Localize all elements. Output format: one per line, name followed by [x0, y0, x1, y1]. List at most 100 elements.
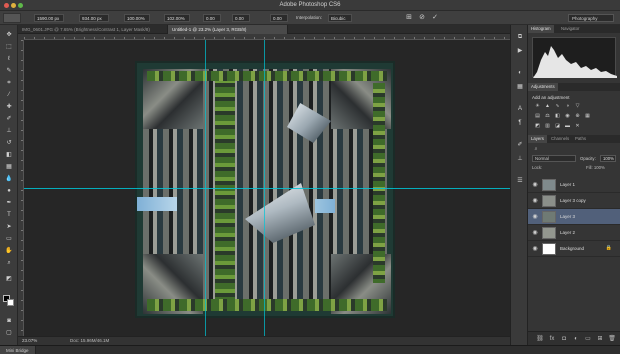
lasso-tool-icon[interactable]: ℓ: [4, 55, 14, 63]
layer-name[interactable]: Layer 3 copy: [560, 198, 586, 203]
new-layer-icon[interactable]: ⊞: [596, 335, 604, 343]
default-colors-icon[interactable]: ◩: [4, 275, 14, 283]
tab-adjustments[interactable]: Adjustments: [528, 83, 558, 91]
delete-layer-icon[interactable]: 🗑: [608, 335, 616, 343]
invert-icon[interactable]: ◩: [534, 123, 541, 129]
y-position-field[interactable]: 934.00 px: [79, 14, 109, 22]
height-percent-field[interactable]: 102.00%: [164, 14, 190, 22]
clone-source-panel-icon[interactable]: ⊥: [515, 155, 525, 163]
brush-tool-icon[interactable]: ✐: [4, 115, 14, 123]
screen-mode-icon[interactable]: ▢: [4, 329, 14, 337]
layer-name[interactable]: Layer 2: [560, 230, 575, 235]
opacity-field[interactable]: 100%: [600, 155, 616, 162]
tool-preset-picker[interactable]: [3, 13, 21, 23]
tab-histogram[interactable]: Histogram: [528, 25, 554, 33]
background-color-swatch[interactable]: [7, 299, 14, 306]
interpolation-select[interactable]: Bicubic: [328, 14, 352, 22]
vertical-guide-left[interactable]: [205, 40, 206, 336]
layer-filter-icon[interactable]: ⌕: [532, 145, 540, 153]
layer-name[interactable]: Background: [560, 246, 584, 251]
visibility-eye-icon[interactable]: ◉: [531, 229, 539, 237]
v-skew-field[interactable]: 0.00: [270, 14, 288, 22]
layer-row[interactable]: ◉ Background 🔒: [528, 241, 620, 257]
visibility-eye-icon[interactable]: ◉: [531, 245, 539, 253]
tab-channels[interactable]: Channels: [548, 135, 572, 143]
tab-img-0601[interactable]: IMG_0601.JPG @ 7.65% (Brightness/Contras…: [18, 25, 168, 34]
layer-name[interactable]: Layer 1: [560, 182, 575, 187]
paragraph-panel-icon[interactable]: ¶: [515, 119, 525, 127]
visibility-eye-icon[interactable]: ◉: [531, 197, 539, 205]
color-lookup-icon[interactable]: ▦: [584, 113, 591, 119]
add-mask-icon[interactable]: ◘: [560, 335, 568, 343]
quick-select-tool-icon[interactable]: ✎: [4, 67, 14, 75]
document-artwork[interactable]: [135, 61, 395, 318]
color-panel-icon[interactable]: ◐: [515, 69, 525, 77]
brush-panel-icon[interactable]: ✐: [515, 141, 525, 149]
properties-panel-icon[interactable]: ☰: [515, 177, 525, 185]
shape-tool-icon[interactable]: ▭: [4, 235, 14, 243]
crop-tool-icon[interactable]: ⌗: [4, 79, 14, 87]
horizontal-guide[interactable]: [24, 188, 510, 189]
dodge-tool-icon[interactable]: ●: [4, 187, 14, 195]
history-brush-tool-icon[interactable]: ↺: [4, 139, 14, 147]
gradient-tool-icon[interactable]: ▦: [4, 163, 14, 171]
layer-row-selected[interactable]: ◉ Layer 3: [528, 209, 620, 225]
rotation-field[interactable]: 0.00: [203, 14, 221, 22]
quick-mask-icon[interactable]: ◙: [4, 317, 14, 325]
eraser-tool-icon[interactable]: ◧: [4, 151, 14, 159]
visibility-eye-icon[interactable]: ◉: [531, 181, 539, 189]
gradient-map-icon[interactable]: ▬: [564, 123, 571, 129]
history-panel-icon[interactable]: ⧉: [515, 33, 525, 41]
fill-field[interactable]: Fill: 100%: [586, 165, 605, 170]
color-balance-icon[interactable]: ⚖: [544, 113, 551, 119]
width-percent-field[interactable]: 100.00%: [124, 14, 150, 22]
layer-style-icon[interactable]: fx: [548, 335, 556, 343]
tab-layers[interactable]: Layers: [528, 135, 547, 143]
character-panel-icon[interactable]: A: [515, 105, 525, 113]
healing-tool-icon[interactable]: ✚: [4, 103, 14, 111]
zoom-level[interactable]: 23.07%: [22, 338, 37, 343]
layer-row[interactable]: ◉ Layer 3 copy: [528, 193, 620, 209]
marquee-tool-icon[interactable]: ⬚: [4, 43, 14, 51]
tab-untitled-1[interactable]: Untitled-1 @ 23.2% (Layer 3, RGB/8): [168, 25, 288, 34]
clone-stamp-tool-icon[interactable]: ⊥: [4, 127, 14, 135]
document-size[interactable]: Doc: 15.96M/46.1M: [70, 338, 109, 343]
commit-transform-icon[interactable]: ✓: [431, 14, 439, 22]
actions-panel-icon[interactable]: ▶: [515, 47, 525, 55]
levels-icon[interactable]: ▲: [544, 103, 551, 109]
visibility-eye-icon[interactable]: ◉: [531, 213, 539, 221]
type-tool-icon[interactable]: T: [4, 211, 14, 219]
posterize-icon[interactable]: ▥: [544, 123, 551, 129]
layer-name[interactable]: Layer 3: [560, 214, 575, 219]
layer-row[interactable]: ◉ Layer 2: [528, 225, 620, 241]
pen-tool-icon[interactable]: ✒: [4, 199, 14, 207]
threshold-icon[interactable]: ◪: [554, 123, 561, 129]
blur-tool-icon[interactable]: 💧: [4, 175, 14, 183]
blend-mode-select[interactable]: Normal: [532, 155, 576, 162]
black-white-icon[interactable]: ◧: [554, 113, 561, 119]
tab-navigator[interactable]: Navigator: [558, 25, 582, 33]
curves-icon[interactable]: ∿: [554, 103, 561, 109]
cancel-transform-icon[interactable]: ⊘: [418, 14, 426, 22]
swatches-panel-icon[interactable]: ▦: [515, 83, 525, 91]
zoom-tool-icon[interactable]: ⌕: [4, 259, 14, 267]
vibrance-icon[interactable]: ▽: [574, 103, 581, 109]
warp-icon[interactable]: ⊞: [405, 14, 413, 22]
hand-tool-icon[interactable]: ✋: [4, 247, 14, 255]
vertical-guide-right[interactable]: [264, 40, 265, 336]
selective-color-icon[interactable]: ✕: [574, 123, 581, 129]
hue-saturation-icon[interactable]: ▤: [534, 113, 541, 119]
layer-row[interactable]: ◉ Layer 1: [528, 177, 620, 193]
mini-bridge-tab[interactable]: Mini Bridge: [0, 346, 36, 354]
channel-mixer-icon[interactable]: ⊕: [574, 113, 581, 119]
new-adjustment-layer-icon[interactable]: ◐: [572, 335, 580, 343]
new-group-icon[interactable]: ▭: [584, 335, 592, 343]
link-layers-icon[interactable]: ⛓: [536, 335, 544, 343]
exposure-icon[interactable]: ◑: [564, 103, 571, 109]
path-selection-tool-icon[interactable]: ➤: [4, 223, 14, 231]
move-tool-icon[interactable]: ✥: [4, 31, 14, 39]
h-skew-field[interactable]: 0.00: [232, 14, 250, 22]
eyedropper-tool-icon[interactable]: ⁄: [4, 91, 14, 99]
workspace-switcher[interactable]: Photography: [568, 14, 614, 22]
x-position-field[interactable]: 1590.00 px: [34, 14, 64, 22]
